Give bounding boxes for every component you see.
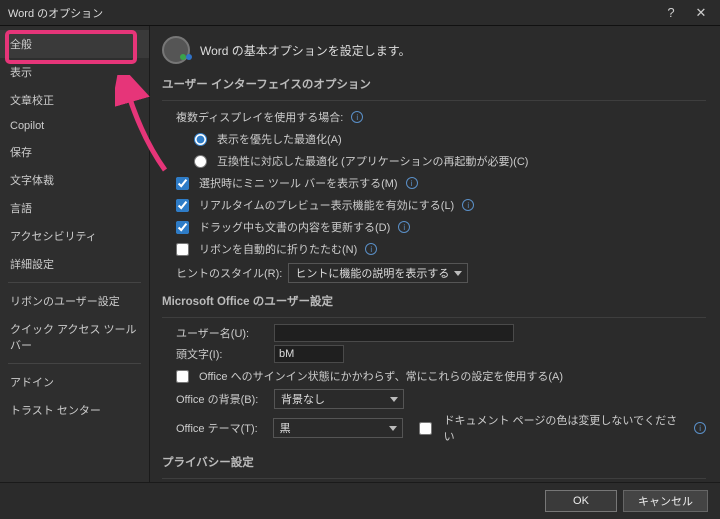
info-icon[interactable]: i	[351, 111, 363, 123]
chk-minitoolbar-label: 選択時にミニ ツール バーを表示する(M)	[199, 175, 398, 191]
info-icon[interactable]: i	[365, 243, 377, 255]
chk-always-use[interactable]	[176, 370, 189, 383]
chk-update-drag-label: ドラッグ中も文書の内容を更新する(D)	[199, 219, 390, 235]
sidebar-item-display[interactable]: 表示	[0, 58, 149, 86]
page-header: Word の基本オプションを設定します。	[162, 34, 706, 66]
info-icon[interactable]: i	[406, 177, 418, 189]
chk-minitoolbar[interactable]	[176, 177, 189, 190]
sidebar-item-advanced[interactable]: 詳細設定	[0, 250, 149, 278]
chk-live-preview[interactable]	[176, 199, 189, 212]
sidebar-item-typography[interactable]: 文字体裁	[0, 166, 149, 194]
section-separator	[162, 100, 706, 101]
office-background-label: Office の背景(B):	[176, 391, 266, 407]
main-panel: Word の基本オプションを設定します。 ユーザー インターフェイスのオプション…	[150, 26, 720, 482]
hint-style-label: ヒントのスタイル(R):	[176, 265, 282, 281]
sidebar-item-general[interactable]: 全般	[0, 30, 149, 58]
sidebar-item-qat[interactable]: クイック アクセス ツール バー	[0, 315, 149, 359]
username-input[interactable]	[274, 324, 514, 342]
radio-display-optimized-label: 表示を優先した最適化(A)	[217, 131, 342, 147]
sidebar-item-proofing[interactable]: 文章校正	[0, 86, 149, 114]
info-icon[interactable]: i	[462, 199, 474, 211]
radio-compat-optimized[interactable]	[194, 155, 207, 168]
chk-doc-page-color-label: ドキュメント ページの色は変更しないでください	[444, 412, 685, 444]
office-theme-label: Office テーマ(T):	[176, 420, 265, 436]
close-button[interactable]: ✕	[686, 0, 716, 26]
sidebar-item-ribbon[interactable]: リボンのユーザー設定	[0, 287, 149, 315]
office-theme-value: 黒	[280, 420, 291, 436]
chk-live-preview-label: リアルタイムのプレビュー表示機能を有効にする(L)	[199, 197, 454, 213]
sidebar-item-addins[interactable]: アドイン	[0, 368, 149, 396]
section-title-office: Microsoft Office のユーザー設定	[162, 293, 706, 309]
sidebar-item-save[interactable]: 保存	[0, 138, 149, 166]
help-button[interactable]: ?	[656, 0, 686, 26]
section-title-privacy: プライバシー設定	[162, 454, 706, 470]
chk-auto-collapse-ribbon[interactable]	[176, 243, 189, 256]
initials-label: 頭文字(I):	[176, 346, 266, 362]
multi-display-label: 複数ディスプレイを使用する場合:	[176, 109, 343, 125]
sidebar-item-copilot[interactable]: Copilot	[0, 114, 149, 138]
window-title: Word のオプション	[8, 5, 656, 21]
info-icon[interactable]: i	[694, 422, 706, 434]
section-separator	[162, 478, 706, 479]
radio-display-optimized[interactable]	[194, 133, 207, 146]
ok-button[interactable]: OK	[545, 490, 617, 512]
sidebar-item-language[interactable]: 言語	[0, 194, 149, 222]
sidebar-item-accessibility[interactable]: アクセシビリティ	[0, 222, 149, 250]
office-theme-dropdown[interactable]: 黒	[273, 418, 403, 438]
office-background-dropdown[interactable]: 背景なし	[274, 389, 404, 409]
info-icon[interactable]: i	[398, 221, 410, 233]
initials-input[interactable]	[274, 345, 344, 363]
cancel-button[interactable]: キャンセル	[623, 490, 708, 512]
section-separator	[162, 317, 706, 318]
sidebar-separator	[8, 363, 141, 364]
username-label: ユーザー名(U):	[176, 325, 266, 341]
sidebar-separator	[8, 282, 141, 283]
chk-always-use-label: Office へのサインイン状態にかかわらず、常にこれらの設定を使用する(A)	[199, 368, 563, 384]
chk-doc-page-color[interactable]	[419, 422, 432, 435]
options-icon	[162, 36, 190, 64]
dialog-footer: OK キャンセル	[0, 482, 720, 519]
hint-style-dropdown[interactable]: ヒントに機能の説明を表示する	[288, 263, 468, 283]
radio-compat-optimized-label: 互換性に対応した最適化 (アプリケーションの再起動が必要)(C)	[217, 153, 528, 169]
chk-update-drag[interactable]	[176, 221, 189, 234]
chk-auto-collapse-ribbon-label: リボンを自動的に折りたたむ(N)	[199, 241, 357, 257]
sidebar: 全般 表示 文章校正 Copilot 保存 文字体裁 言語 アクセシビリティ 詳…	[0, 26, 150, 482]
page-heading-text: Word の基本オプションを設定します。	[200, 42, 411, 59]
titlebar: Word のオプション ? ✕	[0, 0, 720, 26]
office-background-value: 背景なし	[281, 391, 325, 407]
sidebar-item-trust-center[interactable]: トラスト センター	[0, 396, 149, 424]
section-title-ui: ユーザー インターフェイスのオプション	[162, 76, 706, 92]
hint-style-value: ヒントに機能の説明を表示する	[295, 265, 449, 281]
